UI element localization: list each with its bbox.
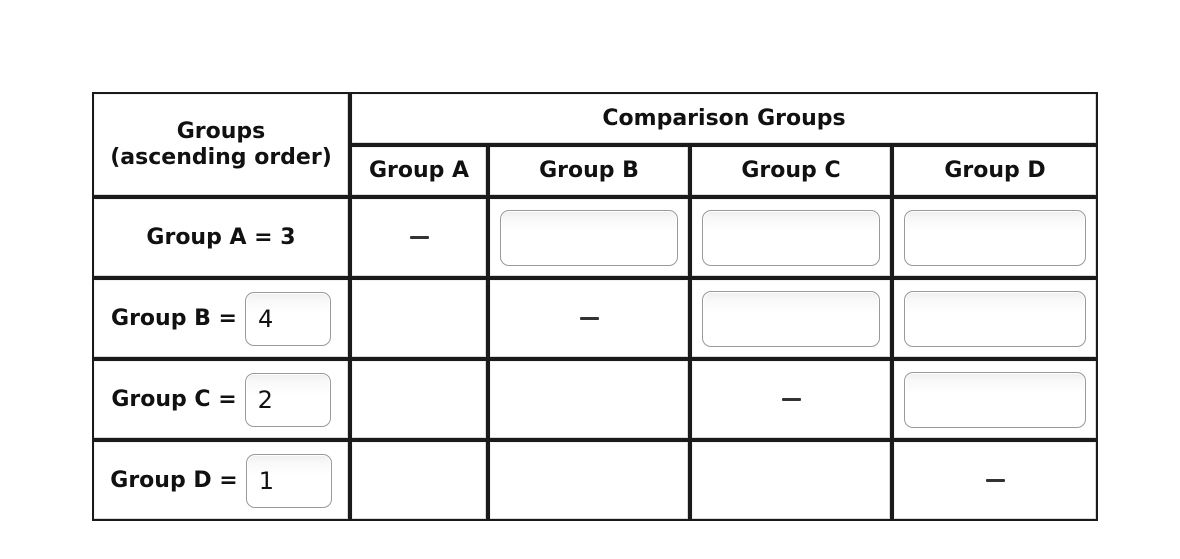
groups-header-line2: (ascending order) [110,144,332,170]
cell-d-b [488,440,690,521]
column-header-group-d: Group D [892,144,1099,198]
comparison-matrix-table: Groups (ascending order) Comparison Grou… [92,92,1099,521]
table-header-row-1: Groups (ascending order) Comparison Grou… [92,92,1099,198]
comparison-input-b-d[interactable] [904,290,1087,347]
cell-b-a [350,278,488,360]
cell-b-d[interactable] [892,278,1099,360]
row-label-group-b-text: Group B = [111,306,237,332]
cell-d-c [690,440,892,521]
cell-c-b [488,359,690,441]
cell-a-a [350,197,488,279]
diagonal-dash-icon [781,398,801,402]
row-label-group-b: Group B = 4 [92,278,350,360]
row-label-group-a-text: Group A = 3 [146,225,296,251]
cell-c-c [690,359,892,441]
group-c-value-input[interactable]: 2 [244,372,331,427]
cell-c-d[interactable] [892,359,1099,441]
column-header-group-b: Group B [488,144,690,198]
cell-c-a [350,359,488,441]
table-row-group-d: Group D = 1 [92,440,1099,521]
cell-b-c[interactable] [690,278,892,360]
column-header-group-a: Group A [350,144,488,198]
comparison-input-a-d[interactable] [904,209,1087,266]
cell-b-b [488,278,690,360]
groups-header-line1: Groups [176,118,266,144]
row-label-group-a: Group A = 3 [92,197,350,279]
diagonal-dash-icon [579,317,599,321]
groups-header-cell: Groups (ascending order) [92,92,350,198]
comparison-input-c-d[interactable] [904,371,1087,428]
comparison-matrix-wrapper: Groups (ascending order) Comparison Grou… [92,92,1099,521]
comparison-input-b-c[interactable] [702,290,880,347]
table-row-group-b: Group B = 4 [92,278,1099,360]
group-d-value-input[interactable]: 1 [245,453,332,508]
table-row-group-c: Group C = 2 [92,359,1099,441]
cell-a-d[interactable] [892,197,1099,279]
cell-a-c[interactable] [690,197,892,279]
page-root: Groups (ascending order) Comparison Grou… [0,0,1180,559]
diagonal-dash-icon [985,479,1005,483]
column-header-group-c: Group C [690,144,892,198]
row-label-group-c: Group C = 2 [92,359,350,441]
comparison-groups-header-cell: Comparison Groups [350,92,1099,145]
cell-d-a [350,440,488,521]
table-row-group-a: Group A = 3 [92,197,1099,279]
row-label-group-d: Group D = 1 [92,440,350,521]
diagonal-dash-icon [409,236,429,240]
comparison-input-a-c[interactable] [702,209,880,266]
row-label-group-c-text: Group C = [111,387,237,413]
cell-d-d [892,440,1099,521]
row-label-group-d-text: Group D = [110,468,238,494]
group-b-value-input[interactable]: 4 [244,291,331,346]
comparison-input-a-b[interactable] [500,209,678,266]
cell-a-b[interactable] [488,197,690,279]
